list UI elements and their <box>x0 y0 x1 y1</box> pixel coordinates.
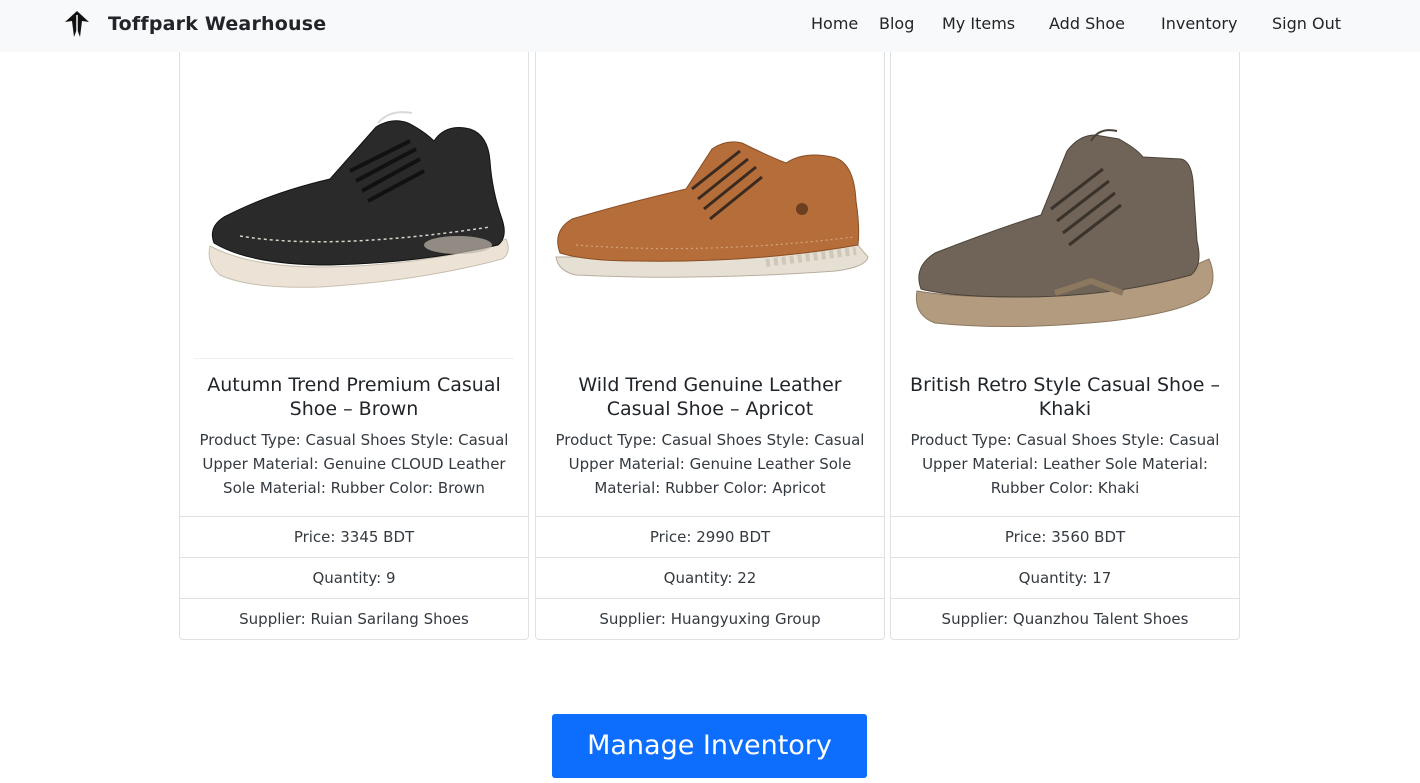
product-image <box>536 31 884 359</box>
black-sneaker-image <box>208 111 509 288</box>
product-description: Product Type: Casual Shoes Style: Casual… <box>555 431 865 497</box>
card-body: British Retro Style Casual Shoe – Khaki … <box>891 359 1239 516</box>
product-quantity: Quantity: 9 <box>180 557 528 598</box>
product-title: Autumn Trend Premium Casual Shoe – Brown <box>207 374 501 420</box>
image-divider <box>194 358 514 359</box>
brand[interactable]: Toffpark Wearhouse <box>62 9 326 39</box>
brand-name: Toffpark Wearhouse <box>108 13 327 35</box>
product-card: Autumn Trend Premium Casual Shoe – Brown… <box>179 30 529 640</box>
product-image <box>180 31 528 359</box>
product-supplier: Supplier: Ruian Sarilang Shoes <box>180 598 528 639</box>
product-description: Product Type: Casual Shoes Style: Casual… <box>910 431 1220 497</box>
product-supplier: Supplier: Huangyuxing Group <box>536 598 884 639</box>
top-navbar: Toffpark Wearhouse Home Blog My Items Ad… <box>0 0 1420 52</box>
product-card: British Retro Style Casual Shoe – Khaki … <box>890 30 1240 640</box>
product-image <box>891 31 1239 359</box>
product-price: Price: 3345 BDT <box>180 516 528 557</box>
nav-my-items[interactable]: My Items <box>942 13 1015 35</box>
product-title: Wild Trend Genuine Leather Casual Shoe –… <box>578 374 842 420</box>
nav-add-shoe[interactable]: Add Shoe <box>1049 13 1125 35</box>
product-quantity: Quantity: 17 <box>891 557 1239 598</box>
arrow-logo-icon <box>65 11 89 37</box>
product-title: British Retro Style Casual Shoe – Khaki <box>910 374 1220 420</box>
nav-home[interactable]: Home <box>811 13 858 35</box>
apricot-shoe-image <box>555 141 869 278</box>
manage-inventory-button[interactable]: Manage Inventory <box>552 714 867 778</box>
product-price: Price: 2990 BDT <box>536 516 884 557</box>
khaki-boot-image <box>915 129 1214 328</box>
product-description: Product Type: Casual Shoes Style: Casual… <box>199 431 509 497</box>
nav-inventory[interactable]: Inventory <box>1161 13 1237 35</box>
product-quantity: Quantity: 22 <box>536 557 884 598</box>
card-body: Wild Trend Genuine Leather Casual Shoe –… <box>536 359 884 516</box>
nav-blog[interactable]: Blog <box>879 13 914 35</box>
nav-sign-out[interactable]: Sign Out <box>1272 13 1341 35</box>
product-supplier: Supplier: Quanzhou Talent Shoes <box>891 598 1239 639</box>
product-price: Price: 3560 BDT <box>891 516 1239 557</box>
product-card: Wild Trend Genuine Leather Casual Shoe –… <box>535 30 885 640</box>
card-body: Autumn Trend Premium Casual Shoe – Brown… <box>180 359 528 516</box>
